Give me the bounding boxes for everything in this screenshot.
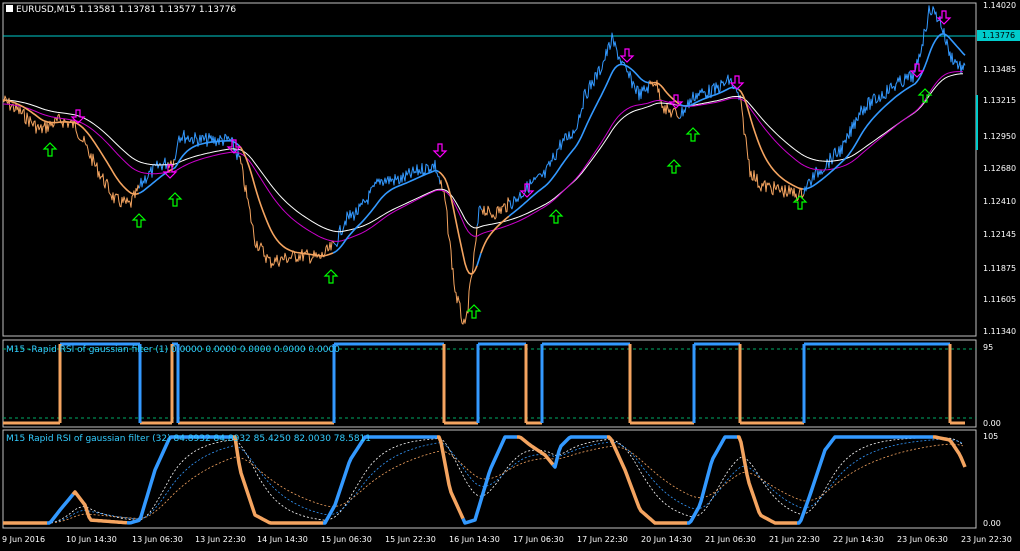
- buy-arrow-icon: [666, 159, 682, 174]
- price-line-down: [739, 94, 805, 202]
- signal-arrows: [42, 10, 952, 319]
- price-tick-label: 1.12410: [983, 197, 1017, 206]
- moving-average-magenta: [2, 71, 964, 242]
- price-tick-label: 1.13215: [983, 96, 1017, 105]
- sell-arrow-icon: [432, 143, 448, 158]
- filter-line: [802, 33, 966, 190]
- rsi2-line: [551, 435, 607, 469]
- sell-arrow-icon: [936, 10, 952, 25]
- subwindow1-series: [3, 342, 965, 425]
- price-tick-label: 1.12680: [983, 164, 1017, 173]
- moving-average-white: [2, 73, 964, 233]
- buy-arrow-icon: [685, 127, 701, 142]
- price-tick-label: 1.11875: [983, 264, 1017, 273]
- filter-line: [238, 145, 334, 257]
- price-line-down: [439, 179, 478, 325]
- rsi2-line: [71, 490, 128, 525]
- main-price-series: [2, 5, 966, 325]
- time-tick-label: 23 Jun 22:30: [961, 535, 1012, 544]
- time-tick-label: 14 Jun 14:30: [257, 535, 308, 544]
- rsi2-line: [737, 435, 797, 525]
- time-tick-label: 21 Jun 06:30: [705, 535, 756, 544]
- price-line-down: [481, 197, 510, 220]
- time-tick-label: 23 Jun 06:30: [897, 535, 948, 544]
- filter-line: [476, 252, 482, 266]
- rsi2-line: [797, 435, 933, 525]
- buy-arrow-icon: [792, 195, 808, 210]
- rsi2-line: [437, 435, 465, 520]
- buy-arrow-icon: [323, 269, 339, 284]
- filter-line: [738, 89, 804, 190]
- sub1-tick-top: 95: [983, 343, 994, 352]
- chart-icon: [6, 5, 13, 12]
- time-tick-label: 17 Jun 22:30: [577, 535, 628, 544]
- price-tick-label: 1.12950: [983, 132, 1017, 141]
- time-tick-label: 16 Jun 14:30: [449, 535, 500, 544]
- rsi2-line: [47, 493, 75, 525]
- chart-title: EURUSD,M15 1.13581 1.13781 1.13577 1.137…: [6, 5, 236, 15]
- time-tick-label: 21 Jun 22:30: [769, 535, 820, 544]
- rsi2-line: [126, 435, 233, 525]
- price-tick-label: 1.11605: [983, 295, 1017, 304]
- buy-arrow-icon: [131, 213, 147, 228]
- rsi2-line: [933, 435, 967, 468]
- rsi2-line: [461, 435, 517, 525]
- time-tick-label: 17 Jun 06:30: [513, 535, 564, 544]
- filter-line: [172, 139, 240, 170]
- chart-title-text: EURUSD,M15 1.13581 1.13781 1.13577 1.137…: [16, 5, 237, 15]
- chart-canvas[interactable]: [0, 0, 1020, 551]
- sub2-tick-bottom: 0.00: [983, 519, 1001, 528]
- rsi2-line: [323, 435, 437, 525]
- rsi2-signal-line: [3, 439, 964, 524]
- subwindow1-title: M15 -Rapid RSI of gaussian filter (1) 0.…: [6, 345, 340, 355]
- price-tick-label: 1.11340: [983, 327, 1017, 336]
- sell-arrow-icon: [619, 48, 635, 63]
- price-line-down: [2, 95, 140, 208]
- sub1-tick-bottom: 0.00: [983, 419, 1001, 428]
- time-tick-label: 9 Jun 2016: [2, 535, 46, 544]
- rsi2-line: [687, 435, 737, 525]
- time-tick-label: 20 Jun 14:30: [641, 535, 692, 544]
- price-tick-label: 1.12145: [983, 230, 1017, 239]
- subwindow2-title: M15 Rapid RSI of gaussian filter (32) 84…: [6, 434, 372, 444]
- sub2-tick-top: 105: [983, 432, 999, 441]
- buy-arrow-icon: [548, 209, 564, 224]
- rsi2-line: [517, 435, 555, 466]
- buy-arrow-icon: [167, 192, 183, 207]
- time-tick-label: 22 Jun 14:30: [833, 535, 884, 544]
- price-line-down: [239, 156, 335, 269]
- time-tick-label: 15 Jun 22:30: [385, 535, 436, 544]
- price-line-up: [476, 205, 483, 227]
- buy-arrow-icon: [466, 304, 482, 319]
- current-price-label: 1.13776: [982, 31, 1016, 40]
- time-tick-label: 10 Jun 14:30: [66, 535, 117, 544]
- rsi2-signal-line: [3, 437, 964, 524]
- rsi2-signal-line: [3, 443, 964, 524]
- buy-arrow-icon: [42, 142, 58, 157]
- subwindow2-series: [3, 435, 967, 525]
- price-tick-label: 1.13485: [983, 65, 1017, 74]
- price-tick-label: 1.14020: [983, 1, 1017, 10]
- time-tick-label: 13 Jun 06:30: [132, 535, 183, 544]
- time-tick-label: 15 Jun 06:30: [321, 535, 372, 544]
- filter-line: [438, 171, 478, 275]
- filter-line: [138, 171, 168, 195]
- time-tick-label: 13 Jun 22:30: [195, 535, 246, 544]
- price-line-down: [167, 159, 175, 169]
